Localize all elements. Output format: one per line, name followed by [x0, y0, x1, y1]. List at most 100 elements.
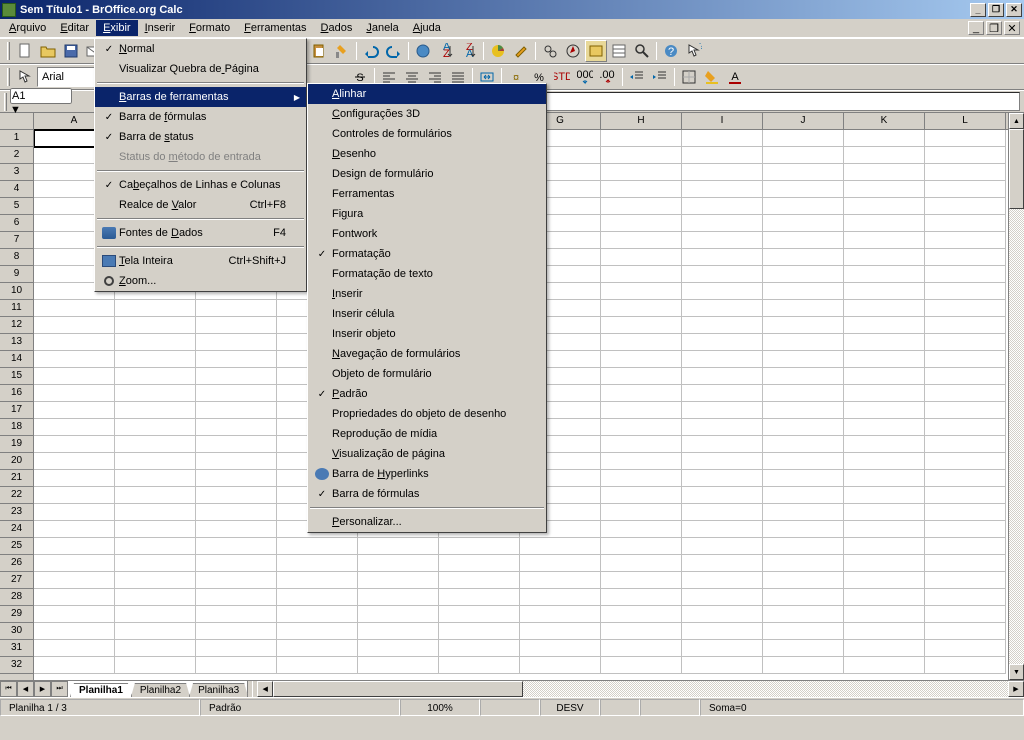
cell[interactable]: [601, 555, 682, 572]
cell[interactable]: [844, 181, 925, 198]
menu-item[interactable]: Inserir objeto: [308, 324, 546, 344]
cell[interactable]: [196, 402, 277, 419]
cell[interactable]: [844, 164, 925, 181]
cell[interactable]: [115, 453, 196, 470]
font-color-button[interactable]: A: [724, 66, 746, 88]
row-header-24[interactable]: 24: [0, 521, 33, 538]
cell[interactable]: [601, 419, 682, 436]
cell[interactable]: [763, 317, 844, 334]
cell-reference-input[interactable]: [10, 88, 72, 104]
cell[interactable]: [763, 538, 844, 555]
cell[interactable]: [115, 470, 196, 487]
cell[interactable]: [115, 572, 196, 589]
background-color-button[interactable]: [701, 66, 723, 88]
menu-item[interactable]: Ferramentas: [308, 184, 546, 204]
row-header-31[interactable]: 31: [0, 640, 33, 657]
cell[interactable]: [844, 130, 925, 147]
cell[interactable]: [601, 521, 682, 538]
scroll-thumb[interactable]: [1009, 129, 1024, 209]
cell[interactable]: [601, 181, 682, 198]
cell[interactable]: [115, 334, 196, 351]
cell[interactable]: [682, 521, 763, 538]
menu-item[interactable]: ✓Formatação: [308, 244, 546, 264]
cell[interactable]: [277, 572, 358, 589]
row-header-32[interactable]: 32: [0, 657, 33, 674]
cell[interactable]: [196, 436, 277, 453]
row-header-30[interactable]: 30: [0, 623, 33, 640]
cell[interactable]: [115, 538, 196, 555]
cell[interactable]: [196, 640, 277, 657]
cell[interactable]: [34, 436, 115, 453]
cell[interactable]: [601, 589, 682, 606]
cell[interactable]: [682, 130, 763, 147]
row-header-13[interactable]: 13: [0, 334, 33, 351]
cell[interactable]: [682, 453, 763, 470]
cell[interactable]: [115, 504, 196, 521]
cell[interactable]: [439, 572, 520, 589]
cell[interactable]: [520, 623, 601, 640]
cell[interactable]: [682, 181, 763, 198]
cell[interactable]: [196, 521, 277, 538]
column-header-I[interactable]: I: [682, 113, 763, 129]
hyperlink-button[interactable]: [412, 40, 434, 62]
cell[interactable]: [196, 385, 277, 402]
scroll-up-button[interactable]: ▲: [1009, 113, 1024, 129]
cell[interactable]: [844, 232, 925, 249]
menu-ajuda[interactable]: Ajuda: [406, 20, 448, 36]
cell[interactable]: [763, 555, 844, 572]
cell[interactable]: [682, 402, 763, 419]
cell[interactable]: [844, 538, 925, 555]
cell[interactable]: [844, 334, 925, 351]
cell[interactable]: [925, 317, 1006, 334]
row-header-28[interactable]: 28: [0, 589, 33, 606]
scroll-right-button[interactable]: ▶: [1008, 681, 1024, 697]
cell[interactable]: [277, 657, 358, 674]
cell[interactable]: [601, 657, 682, 674]
menu-item[interactable]: Alinhar: [308, 84, 546, 104]
whats-this-button[interactable]: ?: [683, 40, 705, 62]
cell[interactable]: [196, 572, 277, 589]
row-header-10[interactable]: 10: [0, 283, 33, 300]
row-header-20[interactable]: 20: [0, 453, 33, 470]
cell[interactable]: [763, 266, 844, 283]
scroll-down-button[interactable]: ▼: [1009, 664, 1024, 680]
cell[interactable]: [520, 555, 601, 572]
cell[interactable]: [601, 470, 682, 487]
cell[interactable]: [601, 623, 682, 640]
increase-indent-button[interactable]: [649, 66, 671, 88]
cell[interactable]: [115, 317, 196, 334]
row-header-5[interactable]: 5: [0, 198, 33, 215]
row-header-19[interactable]: 19: [0, 436, 33, 453]
cell[interactable]: [196, 657, 277, 674]
cell[interactable]: [925, 521, 1006, 538]
cell[interactable]: [34, 572, 115, 589]
cell[interactable]: [115, 623, 196, 640]
row-header-29[interactable]: 29: [0, 606, 33, 623]
cell[interactable]: [925, 266, 1006, 283]
cell[interactable]: [682, 640, 763, 657]
cell[interactable]: [682, 147, 763, 164]
zoom-button[interactable]: [631, 40, 653, 62]
cell[interactable]: [925, 402, 1006, 419]
cell[interactable]: [601, 453, 682, 470]
menu-item[interactable]: Fontes de DadosF4: [95, 223, 306, 243]
cell[interactable]: [520, 606, 601, 623]
cell[interactable]: [925, 300, 1006, 317]
cell[interactable]: [601, 232, 682, 249]
cell[interactable]: [196, 623, 277, 640]
cell[interactable]: [844, 266, 925, 283]
sum-panel[interactable]: Soma=0: [700, 699, 1024, 716]
cell[interactable]: [601, 640, 682, 657]
borders-button[interactable]: [678, 66, 700, 88]
row-header-26[interactable]: 26: [0, 555, 33, 572]
row-header-12[interactable]: 12: [0, 317, 33, 334]
cell[interactable]: [34, 334, 115, 351]
cell[interactable]: [682, 164, 763, 181]
open-button[interactable]: [37, 40, 59, 62]
cell[interactable]: [925, 181, 1006, 198]
scroll-thumb[interactable]: [273, 681, 523, 697]
cell[interactable]: [763, 249, 844, 266]
cell[interactable]: [844, 606, 925, 623]
gallery-button[interactable]: [585, 40, 607, 62]
cell[interactable]: [601, 198, 682, 215]
